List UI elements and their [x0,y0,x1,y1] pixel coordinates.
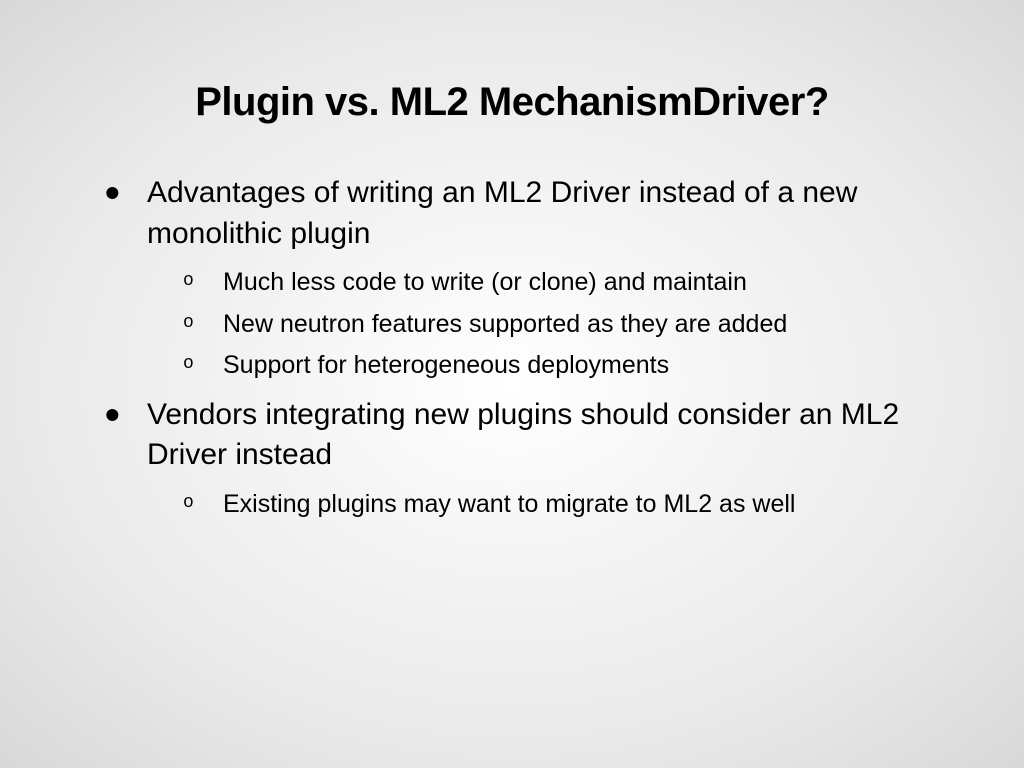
sub-bullet-list: Existing plugins may want to migrate to … [147,486,949,524]
bullet-text: Advantages of writing an ML2 Driver inst… [147,176,857,250]
bullet-text: Vendors integrating new plugins should c… [147,398,899,472]
sub-bullet-item: New neutron features supported as they a… [183,306,949,344]
sub-bullet-item: Support for heterogeneous deployments [183,347,949,385]
sub-bullet-item: Much less code to write (or clone) and m… [183,264,949,302]
bullet-item: Vendors integrating new plugins should c… [105,395,949,524]
slide-title: Plugin vs. ML2 MechanismDriver? [75,80,949,125]
bullet-item: Advantages of writing an ML2 Driver inst… [105,173,949,385]
main-bullet-list: Advantages of writing an ML2 Driver inst… [75,173,949,523]
sub-bullet-item: Existing plugins may want to migrate to … [183,486,949,524]
sub-bullet-list: Much less code to write (or clone) and m… [147,264,949,385]
slide-container: Plugin vs. ML2 MechanismDriver? Advantag… [0,0,1024,573]
